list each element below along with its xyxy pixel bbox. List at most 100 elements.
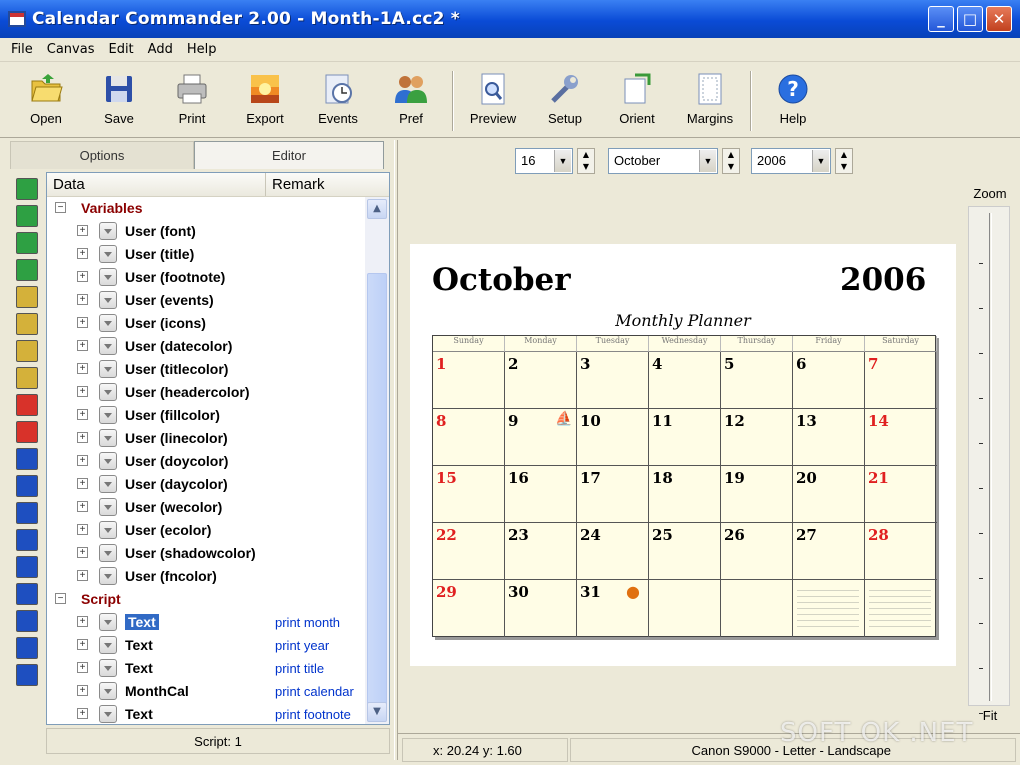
tree-item-row[interactable]: + User (fillcolor): [47, 404, 365, 426]
delete-icon[interactable]: [16, 259, 38, 281]
expand-toggle-icon[interactable]: +: [77, 409, 88, 420]
tree-item-row[interactable]: + MonthCal print calendar: [47, 680, 365, 702]
day-cell[interactable]: 14: [865, 409, 937, 466]
day-cell[interactable]: [865, 580, 937, 637]
node-dropdown-icon[interactable]: [99, 544, 117, 562]
tree-item-row[interactable]: + Text print month: [47, 611, 365, 633]
tree-item-row[interactable]: + User (ecolor): [47, 519, 365, 541]
export-button[interactable]: Export: [233, 69, 297, 133]
day-cell[interactable]: 28: [865, 523, 937, 580]
expand-toggle-icon[interactable]: +: [77, 708, 88, 719]
expand-toggle-icon[interactable]: +: [77, 386, 88, 397]
node-dropdown-icon[interactable]: [99, 245, 117, 263]
move-up-icon[interactable]: [16, 178, 38, 200]
expand-toggle-icon[interactable]: +: [77, 248, 88, 259]
node-dropdown-icon[interactable]: [99, 314, 117, 332]
calendar-canvas[interactable]: October 2006 Monthly Planner Sunday Monda…: [410, 244, 956, 666]
resize-vertical-icon[interactable]: [16, 448, 38, 470]
tree-item-row[interactable]: + User (shadowcolor): [47, 542, 365, 564]
expand-toggle-icon[interactable]: +: [77, 363, 88, 374]
expand-toggle-icon[interactable]: +: [77, 294, 88, 305]
tree-item-row[interactable]: + User (title): [47, 243, 365, 265]
expand-toggle-icon[interactable]: +: [77, 432, 88, 443]
events-button[interactable]: Events: [306, 69, 370, 133]
expand-toggle-icon[interactable]: +: [77, 547, 88, 558]
expand-toggle-icon[interactable]: +: [77, 685, 88, 696]
panel-splitter[interactable]: [394, 140, 398, 760]
orient-button[interactable]: Orient: [605, 69, 669, 133]
tree-item-row[interactable]: + User (daycolor): [47, 473, 365, 495]
pref-button[interactable]: Pref: [379, 69, 443, 133]
node-dropdown-icon[interactable]: [99, 452, 117, 470]
tree-item-row[interactable]: + User (linecolor): [47, 427, 365, 449]
day-cell[interactable]: [649, 580, 721, 637]
day-cell[interactable]: 22: [433, 523, 505, 580]
ellipse-tool-icon[interactable]: [16, 610, 38, 632]
menu-edit[interactable]: Edit: [101, 42, 140, 57]
day-cell[interactable]: 24: [577, 523, 649, 580]
print-button[interactable]: Print: [160, 69, 224, 133]
expand-toggle-icon[interactable]: +: [77, 524, 88, 535]
tab-options[interactable]: Options: [10, 141, 194, 169]
expand-toggle-icon[interactable]: +: [77, 662, 88, 673]
tree-item-row[interactable]: + User (font): [47, 220, 365, 242]
year-spinner[interactable]: ▲ ▼: [835, 148, 853, 174]
image-item-icon[interactable]: [16, 340, 38, 362]
collapse-toggle-icon[interactable]: −: [55, 202, 66, 213]
day-cell[interactable]: 30: [505, 580, 577, 637]
node-dropdown-icon[interactable]: [99, 222, 117, 240]
tree-item-row[interactable]: + User (wecolor): [47, 496, 365, 518]
node-dropdown-icon[interactable]: [99, 360, 117, 378]
save-button[interactable]: Save: [87, 69, 151, 133]
tree-item-row[interactable]: + User (headercolor): [47, 381, 365, 403]
move-down-icon[interactable]: [16, 205, 38, 227]
day-cell[interactable]: 26: [721, 523, 793, 580]
zoom-slider[interactable]: [968, 206, 1010, 714]
node-dropdown-icon[interactable]: [99, 613, 117, 631]
tree-item-row[interactable]: + User (fncolor): [47, 565, 365, 587]
column-data[interactable]: Data: [53, 176, 85, 193]
day-spinner[interactable]: ▲ ▼: [577, 148, 595, 174]
day-cell[interactable]: 3: [577, 352, 649, 409]
open-button[interactable]: Open: [14, 69, 78, 133]
window-tool-icon[interactable]: [16, 664, 38, 686]
day-cell[interactable]: 20: [793, 466, 865, 523]
setup-button[interactable]: Setup: [533, 69, 597, 133]
day-cell[interactable]: 15: [433, 466, 505, 523]
tree-item-row[interactable]: + User (titlecolor): [47, 358, 365, 380]
day-cell[interactable]: 2: [505, 352, 577, 409]
clock-tool-icon[interactable]: [16, 637, 38, 659]
day-cell[interactable]: 25: [649, 523, 721, 580]
expand-toggle-icon[interactable]: +: [77, 225, 88, 236]
node-dropdown-icon[interactable]: [99, 705, 117, 723]
day-cell[interactable]: 17: [577, 466, 649, 523]
day-cell[interactable]: 10: [577, 409, 649, 466]
day-cell[interactable]: 11: [649, 409, 721, 466]
day-cell[interactable]: 4: [649, 352, 721, 409]
collapse-toggle-icon[interactable]: −: [55, 593, 66, 604]
chevron-down-icon[interactable]: ▼: [812, 150, 829, 172]
tab-editor[interactable]: Editor: [194, 141, 384, 169]
chevron-down-icon[interactable]: ▼: [554, 150, 571, 172]
node-dropdown-icon[interactable]: [99, 475, 117, 493]
expand-toggle-icon[interactable]: +: [77, 616, 88, 627]
year-select[interactable]: 2006 ▼: [751, 148, 831, 174]
tree-item-row[interactable]: + Text print year: [47, 634, 365, 656]
expand-toggle-icon[interactable]: +: [77, 455, 88, 466]
day-cell[interactable]: 9 ⛵: [505, 409, 577, 466]
tree-item-row[interactable]: + User (footnote): [47, 266, 365, 288]
node-dropdown-icon[interactable]: [99, 636, 117, 654]
day-cell[interactable]: 12: [721, 409, 793, 466]
line-tool-icon[interactable]: [16, 556, 38, 578]
menu-canvas[interactable]: Canvas: [40, 42, 102, 57]
month-spinner[interactable]: ▲ ▼: [722, 148, 740, 174]
chevron-down-icon[interactable]: ▼: [699, 150, 716, 172]
copy-icon[interactable]: [16, 232, 38, 254]
tree-item-row[interactable]: + Text print footnote: [47, 703, 365, 724]
contact-icon[interactable]: [16, 394, 38, 416]
day-cell[interactable]: 5: [721, 352, 793, 409]
text-tool-icon[interactable]: [16, 502, 38, 524]
calendar-grid-icon[interactable]: [16, 421, 38, 443]
node-dropdown-icon[interactable]: [99, 337, 117, 355]
node-dropdown-icon[interactable]: [99, 567, 117, 585]
